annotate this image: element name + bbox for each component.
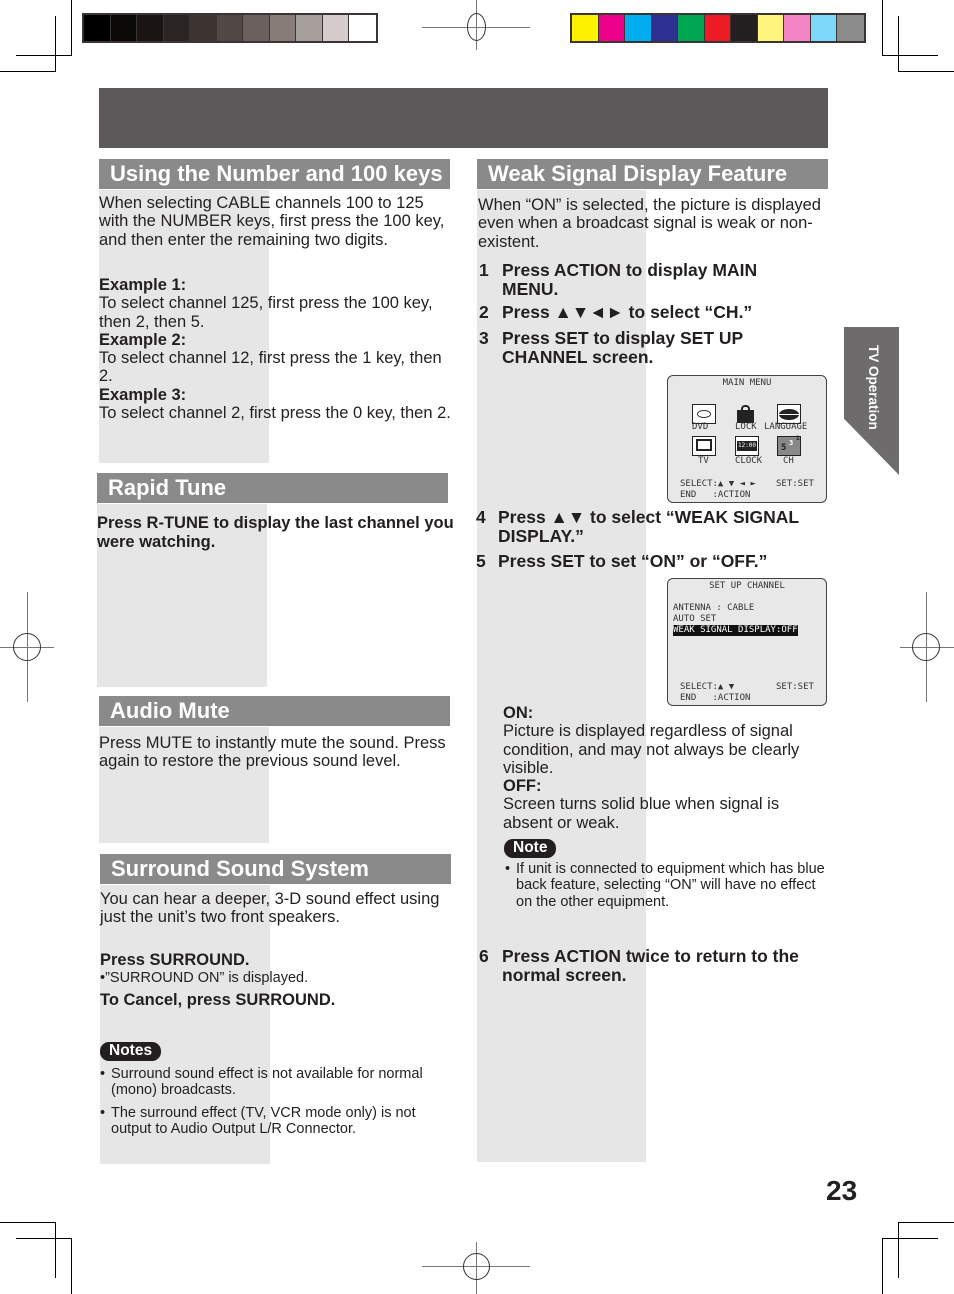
- section-title-surround: Surround Sound System: [100, 854, 451, 884]
- example-3-text: To select channel 2, first press the 0 k…: [99, 404, 451, 423]
- surround-cancel: To Cancel, press SURROUND.: [100, 991, 336, 1009]
- on-text: Picture is displayed regardless of signa…: [503, 722, 800, 777]
- process-color-swatch: [651, 15, 678, 41]
- grayscale-swatch: [137, 15, 164, 41]
- menu-item-tv: TV: [698, 456, 709, 466]
- page-number: 23: [826, 1175, 858, 1206]
- grayscale-swatch: [216, 15, 243, 41]
- osd-title: SET UP CHANNEL: [709, 581, 785, 591]
- weak-signal-note: • If unit is connected to equipment whic…: [505, 861, 825, 910]
- bullet: •: [100, 1105, 106, 1121]
- note-badge: Note: [504, 839, 557, 858]
- process-color-swatch: [598, 15, 625, 41]
- menu-item-lock: LOCK: [735, 422, 757, 432]
- process-color-swatch: [572, 15, 599, 41]
- header-band: [99, 88, 828, 148]
- lips-icon: [777, 404, 801, 424]
- surround-note-2: • The surround effect (TV, VCR mode only…: [100, 1105, 416, 1138]
- menu-item-language: LANGUAGE: [764, 422, 808, 432]
- section-title-weak-signal: Weak Signal Display Feature: [477, 159, 828, 189]
- bullet: •: [505, 861, 511, 877]
- osd-footer-end: END :ACTION: [680, 693, 751, 703]
- osd-footer-set: SET:SET: [776, 682, 814, 692]
- process-color-swatch: [837, 15, 864, 41]
- on-label: ON:: [503, 704, 534, 722]
- example-1-text: To select channel 125, first press the 1…: [99, 294, 433, 331]
- off-label: OFF:: [503, 777, 542, 796]
- grayscale-swatch: [243, 15, 270, 41]
- tv-icon: [692, 436, 716, 456]
- notes-badge: Notes: [100, 1042, 162, 1061]
- grayscale-swatch: [296, 15, 323, 41]
- osd-title: MAIN MENU: [722, 378, 772, 388]
- section-title-number-keys: Using the Number and 100 keys: [99, 159, 450, 189]
- process-color-swatch: [625, 15, 652, 41]
- surround-displayed: •”SURROUND ON” is displayed.: [100, 970, 309, 986]
- process-color-swatch: [784, 15, 811, 41]
- process-color-swatch: [731, 15, 758, 41]
- osd-line-weak-signal-display: WEAK SIGNAL DISPLAY:OFF: [673, 625, 798, 636]
- number-keys-examples: Example 1: To select channel 125, first …: [99, 276, 454, 422]
- clock-icon: 12:00: [735, 436, 759, 456]
- audio-mute-text: Press MUTE to instantly mute the sound. …: [99, 734, 446, 771]
- bullet: •: [100, 1066, 106, 1082]
- process-color-swatch: [704, 15, 731, 41]
- example-1-label: Example 1:: [99, 276, 187, 294]
- example-2-text: To select channel 12, first press the 1 …: [99, 349, 442, 386]
- example-3-label: Example 3:: [99, 385, 187, 404]
- surround-intro: You can hear a deeper, 3-D sound effect …: [100, 890, 440, 927]
- grayscale-swatch: [190, 15, 217, 41]
- osd-line-auto-set: AUTO SET: [673, 614, 717, 624]
- process-color-swatch: [757, 15, 784, 41]
- surround-note-1: • Surround sound effect is not available…: [100, 1066, 423, 1099]
- process-color-swatch: [678, 15, 705, 41]
- side-tab-label: TV Operation: [866, 345, 881, 430]
- weak-signal-intro: When “ON” is selected, the picture is di…: [478, 196, 821, 251]
- channel-icon: 5 3 1: [777, 435, 801, 456]
- grayscale-swatch: [84, 15, 111, 41]
- off-text: Screen turns solid blue when signal is a…: [503, 795, 780, 832]
- osd-line-antenna: ANTENNA : CABLE: [673, 603, 755, 613]
- grayscale-swatch: [163, 15, 190, 41]
- osd-footer-end: END :ACTION: [680, 490, 751, 500]
- main-menu-screen: MAIN MENU DVD LOCK LANGUAGE 12:00 5 3 1 …: [667, 375, 827, 503]
- disc-icon: [692, 404, 716, 424]
- setup-channel-screen: SET UP CHANNEL ANTENNA : CABLE AUTO SET …: [667, 578, 827, 706]
- osd-footer-select: SELECT:▲ ▼ ◄ ►: [680, 479, 756, 489]
- grayscale-color-bar: [82, 13, 378, 43]
- section-title-rapid-tune: Rapid Tune: [97, 473, 448, 503]
- rapid-tune-text: Press R-TUNE to display the last channel…: [97, 514, 454, 551]
- grayscale-swatch: [269, 15, 296, 41]
- osd-footer-set: SET:SET: [776, 479, 814, 489]
- menu-item-ch: CH: [783, 456, 794, 466]
- menu-item-dvd: DVD: [692, 422, 709, 432]
- lock-icon: [735, 404, 759, 424]
- example-2-label: Example 2:: [99, 330, 187, 349]
- grayscale-swatch: [349, 15, 376, 41]
- osd-footer-select: SELECT:▲ ▼: [680, 682, 735, 692]
- options-description: ON: Picture is displayed regardless of s…: [503, 704, 828, 832]
- number-keys-intro: When selecting CABLE channels 100 to 125…: [99, 194, 445, 249]
- surround-press: Press SURROUND.: [100, 951, 250, 969]
- grayscale-swatch: [322, 15, 349, 41]
- section-title-audio-mute: Audio Mute: [99, 696, 450, 726]
- menu-item-clock: CLOCK: [735, 456, 763, 466]
- process-color-bar: [570, 13, 866, 43]
- process-color-swatch: [810, 15, 837, 41]
- grayscale-swatch: [110, 15, 137, 41]
